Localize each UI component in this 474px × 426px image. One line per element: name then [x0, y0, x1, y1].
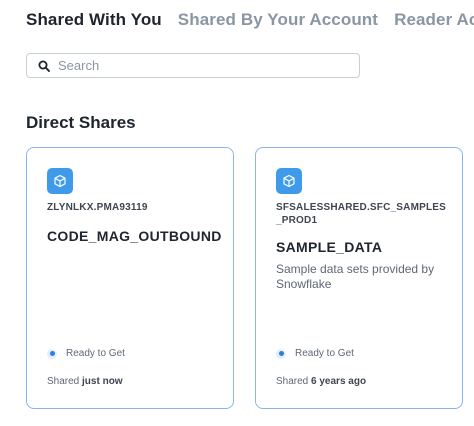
card-status: Ready to Get — [276, 348, 354, 359]
card-shared-time: Shared 6 years ago — [276, 376, 366, 387]
card-shared-prefix: Shared — [47, 376, 80, 387]
share-card-code-mag-outbound[interactable]: ZLYNLKX.PMA93119 CODE_MAG_OUTBOUND Ready… — [26, 147, 234, 409]
share-tabs: Shared With You Shared By Your Account R… — [26, 10, 474, 30]
tab-reader-accounts[interactable]: Reader Accounts — [394, 10, 474, 30]
card-status-label: Ready to Get — [295, 348, 354, 359]
card-provider: ZLYNLKX.PMA93119 — [47, 202, 148, 213]
card-share-name: SAMPLE_DATA — [276, 239, 383, 255]
cube-icon — [47, 168, 73, 194]
status-dot-icon — [47, 348, 57, 359]
search-input[interactable] — [58, 58, 338, 73]
status-dot-icon — [276, 348, 286, 359]
card-shared-prefix: Shared — [276, 376, 309, 387]
data-sharing-page: Shared With You Shared By Your Account R… — [0, 0, 474, 426]
card-share-name: CODE_MAG_OUTBOUND — [47, 228, 222, 244]
search-icon — [38, 60, 50, 72]
card-shared-when: 6 years ago — [311, 376, 367, 387]
card-provider: SFSALESSHARED.SFC_SAMPLES_PROD1 — [276, 202, 447, 226]
card-shared-when: just now — [82, 376, 123, 387]
cube-icon — [276, 168, 302, 194]
card-description: Sample data sets provided by Snowflake — [276, 262, 435, 291]
share-card-sample-data[interactable]: SFSALESSHARED.SFC_SAMPLES_PROD1 SAMPLE_D… — [255, 147, 463, 409]
card-shared-time: Shared just now — [47, 376, 123, 387]
tab-shared-with-you[interactable]: Shared With You — [26, 10, 162, 30]
card-status: Ready to Get — [47, 348, 125, 359]
search-box[interactable] — [26, 53, 360, 78]
section-title-direct-shares: Direct Shares — [26, 113, 136, 132]
tab-shared-by-your-account[interactable]: Shared By Your Account — [178, 10, 378, 30]
card-status-label: Ready to Get — [66, 348, 125, 359]
